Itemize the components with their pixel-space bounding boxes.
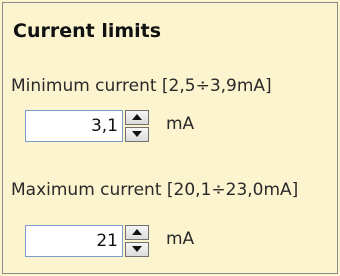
min-current-label: Minimum current [2,5÷3,9mA]	[11, 76, 272, 96]
max-current-input[interactable]: 21	[25, 225, 123, 257]
min-current-unit: mA	[166, 114, 195, 134]
min-current-increment-button[interactable]	[125, 110, 149, 125]
max-current-spinbox[interactable]: 21	[25, 225, 151, 257]
min-current-decrement-button[interactable]	[125, 127, 149, 142]
max-current-unit: mA	[166, 229, 195, 249]
min-current-spin-buttons[interactable]	[125, 110, 149, 142]
max-current-increment-button[interactable]	[125, 225, 149, 240]
arrow-down-icon	[132, 131, 142, 137]
group-title: Current limits	[13, 20, 162, 42]
arrow-down-icon	[132, 246, 142, 252]
arrow-up-icon	[132, 229, 142, 235]
arrow-up-icon	[132, 114, 142, 120]
current-limits-panel: Current limits Minimum current [2,5÷3,9m…	[2, 2, 338, 274]
min-current-spinbox[interactable]: 3,1	[25, 110, 151, 142]
max-current-spin-buttons[interactable]	[125, 225, 149, 257]
min-current-input[interactable]: 3,1	[25, 110, 123, 142]
max-current-decrement-button[interactable]	[125, 242, 149, 257]
max-current-label: Maximum current [20,1÷23,0mA]	[11, 180, 299, 200]
